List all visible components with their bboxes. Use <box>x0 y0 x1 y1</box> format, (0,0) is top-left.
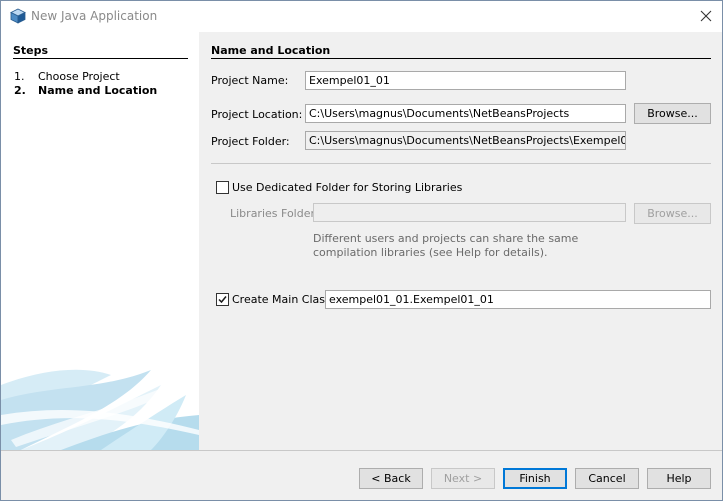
step-name-and-location: 2. Name and Location <box>14 84 157 97</box>
section-divider <box>211 58 711 59</box>
netbeans-cube-icon <box>10 8 26 27</box>
libraries-folder-label: Libraries Folder: <box>230 207 319 220</box>
close-icon <box>700 10 712 22</box>
libraries-browse-button[interactable]: Browse... <box>634 203 711 224</box>
project-location-input[interactable]: C:\Users\magnus\Documents\NetBeansProjec… <box>305 104 626 123</box>
finish-button[interactable]: Finish <box>503 468 567 489</box>
checkmark-icon <box>218 296 227 304</box>
libraries-folder-input[interactable] <box>313 203 626 222</box>
title-bar[interactable]: New Java Application <box>1 1 722 32</box>
content-panel: Name and Location Project Name: Exempel0… <box>199 32 722 450</box>
main-class-input[interactable]: exempel01_01.Exempel01_01 <box>325 290 711 309</box>
section-title: Name and Location <box>211 44 331 57</box>
project-location-label: Project Location: <box>211 108 303 121</box>
steps-title: Steps <box>13 44 49 57</box>
close-button[interactable] <box>692 1 722 32</box>
decorative-wave-graphic <box>1 369 199 450</box>
next-button[interactable]: Next > <box>431 468 495 489</box>
step-choose-project: 1. Choose Project <box>14 70 120 83</box>
separator <box>211 163 711 164</box>
help-button[interactable]: Help <box>647 468 711 489</box>
steps-divider <box>13 58 188 59</box>
create-main-class-checkbox[interactable] <box>216 293 229 306</box>
cancel-button[interactable]: Cancel <box>575 468 639 489</box>
step-number: 1. <box>14 70 25 83</box>
dedicated-folder-checkbox[interactable] <box>216 181 229 194</box>
step-number: 2. <box>14 84 26 97</box>
libraries-help-text: Different users and projects can share t… <box>313 232 579 259</box>
project-name-input[interactable]: Exempel01_01 <box>305 71 626 90</box>
create-main-class-label[interactable]: Create Main Class <box>232 293 331 306</box>
dialog-window: New Java Application Steps 1. Choose Proj… <box>0 0 723 501</box>
project-folder-label: Project Folder: <box>211 135 290 148</box>
project-folder-field[interactable]: C:\Users\magnus\Documents\NetBeansProjec… <box>305 131 626 150</box>
project-name-label: Project Name: <box>211 74 289 87</box>
steps-panel: Steps 1. Choose Project 2. Name and Locati… <box>1 32 199 450</box>
window-title: New Java Application <box>31 9 158 23</box>
project-location-browse-button[interactable]: Browse... <box>634 103 711 124</box>
step-label: Name and Location <box>38 84 158 97</box>
button-bar: < Back Next > Finish Cancel Help <box>1 451 722 500</box>
step-label: Choose Project <box>38 70 120 83</box>
back-button[interactable]: < Back <box>359 468 423 489</box>
dedicated-folder-label[interactable]: Use Dedicated Folder for Storing Librari… <box>232 181 462 194</box>
